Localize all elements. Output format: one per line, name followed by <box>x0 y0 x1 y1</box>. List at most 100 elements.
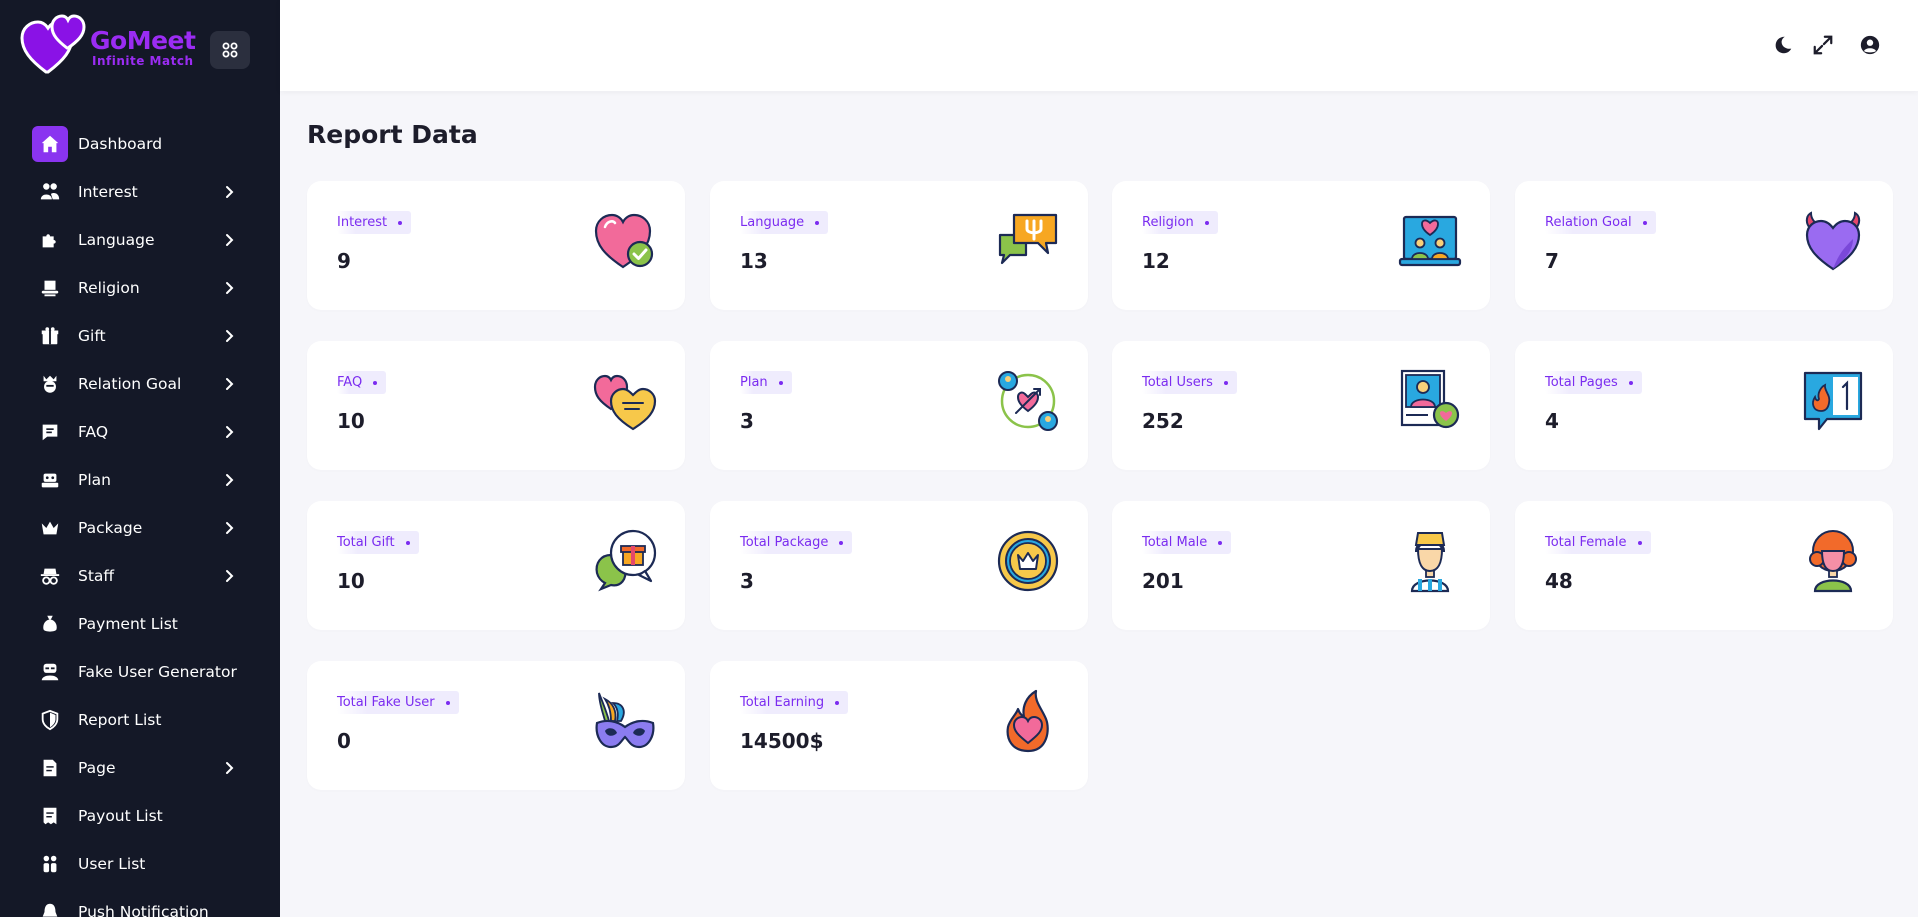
card-label: Total Users <box>1142 371 1237 394</box>
sidebar-item-label: Plan <box>78 471 111 489</box>
sidebar-item-dashboard[interactable]: Dashboard <box>32 124 252 164</box>
card-label: FAQ <box>337 371 387 394</box>
stat-card-plan[interactable]: Plan 3 <box>710 341 1088 470</box>
moon-icon[interactable] <box>1770 32 1796 58</box>
stat-card-total-gift[interactable]: Total Gift 10 <box>307 501 685 630</box>
card-label: Total Pages <box>1545 371 1642 394</box>
sidebar-item-faq[interactable]: FAQ <box>32 412 252 452</box>
sidebar-item-package[interactable]: Package <box>32 508 252 548</box>
crown-icon <box>32 510 68 546</box>
people-icon <box>32 174 68 210</box>
sidebar-item-gift[interactable]: Gift <box>32 316 252 356</box>
sidebar-item-label: Relation Goal <box>78 375 182 393</box>
grid-icon <box>222 42 238 58</box>
message-icon <box>32 414 68 450</box>
stat-card-religion[interactable]: Religion 12 <box>1112 181 1490 310</box>
stat-card-total-female[interactable]: Total Female 48 <box>1515 501 1893 630</box>
card-label: Total Package <box>740 531 853 554</box>
expand-icon[interactable] <box>1810 32 1836 58</box>
laptop-couple-icon <box>1398 215 1462 267</box>
chevron-right-icon <box>226 378 234 390</box>
page-title: Report Data <box>307 120 478 149</box>
sidebar-item-user-list[interactable]: User List <box>32 844 252 884</box>
card-value: 0 <box>337 729 351 753</box>
stat-card-total-package[interactable]: Total Package 3 <box>710 501 1088 630</box>
sidebar-item-fake-user-generator[interactable]: Fake User Generator <box>32 652 252 692</box>
devil-heart-icon <box>1805 211 1861 271</box>
stat-card-interest[interactable]: Interest 9 <box>307 181 685 310</box>
menu-toggle-button[interactable] <box>210 31 250 69</box>
card-label: Total Earning <box>740 691 849 714</box>
sidebar-item-label: FAQ <box>78 423 109 441</box>
sidebar-item-label: Push Notification <box>78 903 209 917</box>
chevron-right-icon <box>226 186 234 198</box>
female-avatar-icon <box>1809 530 1857 593</box>
sidebar-item-language[interactable]: Language <box>32 220 252 260</box>
sidebar-item-staff[interactable]: Staff <box>32 556 252 596</box>
puzzle-icon <box>32 222 68 258</box>
card-value: 12 <box>1142 249 1170 273</box>
stat-card-total-pages[interactable]: Total Pages 4 <box>1515 341 1893 470</box>
shield-icon <box>32 702 68 738</box>
chevron-right-icon <box>226 474 234 486</box>
sidebar-item-relation-goal[interactable]: Relation Goal <box>32 364 252 404</box>
card-value: 10 <box>337 569 365 593</box>
stat-card-total-earning[interactable]: Total Earning 14500$ <box>710 661 1088 790</box>
sidebar-item-label: Staff <box>78 567 115 585</box>
sidebar-item-interest[interactable]: Interest <box>32 172 252 212</box>
sidebar-item-label: Gift <box>78 327 106 345</box>
male-avatar-icon <box>1410 532 1450 593</box>
home-icon <box>32 126 68 162</box>
stat-card-total-users[interactable]: Total Users 252 <box>1112 341 1490 470</box>
receipt-icon <box>32 798 68 834</box>
sidebar-item-religion[interactable]: Religion <box>32 268 252 308</box>
crown-coin-icon <box>997 530 1059 592</box>
sidebar-item-label: Language <box>78 231 155 249</box>
sidebar-item-label: Report List <box>78 711 162 729</box>
profile-heart-icon <box>1400 369 1460 429</box>
card-label: Total Male <box>1142 531 1232 554</box>
sidebar-item-label: Page <box>78 759 116 777</box>
card-label: Language <box>740 211 829 234</box>
chevron-right-icon <box>226 570 234 582</box>
sidebar-item-payout-list[interactable]: Payout List <box>32 796 252 836</box>
card-label: Interest <box>337 211 412 234</box>
mask-user-icon <box>32 654 68 690</box>
chevron-right-icon <box>226 522 234 534</box>
sidebar-item-label: User List <box>78 855 146 873</box>
card-value: 4 <box>1545 409 1559 433</box>
user-circle-icon[interactable] <box>1857 32 1883 58</box>
sidebar-item-label: Payout List <box>78 807 163 825</box>
sidebar-item-report-list[interactable]: Report List <box>32 700 252 740</box>
chevron-right-icon <box>226 282 234 294</box>
stat-card-total-male[interactable]: Total Male 201 <box>1112 501 1490 630</box>
sidebar-item-label: Fake User Generator <box>78 663 237 681</box>
hearts-chat-icon <box>593 374 657 431</box>
stat-card-language[interactable]: Language 13 <box>710 181 1088 310</box>
sidebar-item-plan[interactable]: Plan <box>32 460 252 500</box>
sidebar: GoMeet Infinite Match Dashboard Interest <box>0 0 280 917</box>
sidebar-item-push-notification[interactable]: Push Notification <box>32 892 252 917</box>
fire-heart-icon <box>1006 689 1049 753</box>
sidebar-item-label: Dashboard <box>78 135 163 153</box>
card-value: 14500$ <box>740 729 824 753</box>
sidebar-item-page[interactable]: Page <box>32 748 252 788</box>
stat-card-total-fake-user[interactable]: Total Fake User 0 <box>307 661 685 790</box>
heart-logo-icon <box>20 14 86 74</box>
brand-text: GoMeet Infinite Match <box>90 28 196 69</box>
card-value: 13 <box>740 249 768 273</box>
stat-card-faq[interactable]: FAQ 10 <box>307 341 685 470</box>
carnival-mask-icon <box>595 692 655 749</box>
stat-card-relation-goal[interactable]: Relation Goal 7 <box>1515 181 1893 310</box>
brand-tagline: Infinite Match <box>92 54 194 68</box>
document-icon <box>32 750 68 786</box>
card-label: Religion <box>1142 211 1218 234</box>
sidebar-item-label: Payment List <box>78 615 178 633</box>
card-value: 3 <box>740 409 754 433</box>
card-value: 10 <box>337 409 365 433</box>
topbar <box>280 0 1918 91</box>
card-label: Plan <box>740 371 792 394</box>
crown-face-icon <box>32 366 68 402</box>
bell-icon <box>32 894 68 917</box>
sidebar-item-payment-list[interactable]: Payment List <box>32 604 252 644</box>
